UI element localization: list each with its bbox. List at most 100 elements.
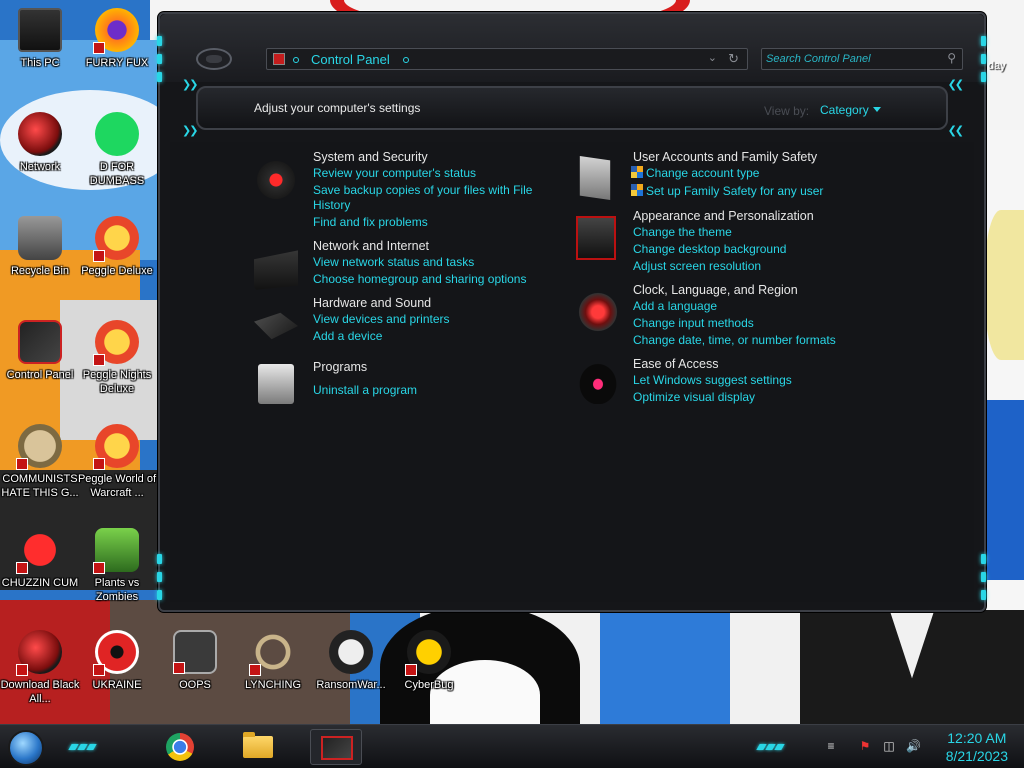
refresh-icon[interactable]: ↻ xyxy=(728,51,739,67)
desktop-icon-control-panel[interactable]: Control Panel xyxy=(0,320,80,382)
search-input[interactable] xyxy=(766,51,938,67)
taskbar-chrome[interactable] xyxy=(154,729,206,765)
category-system-security[interactable]: System and Security xyxy=(313,150,428,164)
breadcrumb-control-panel[interactable]: Control Panel xyxy=(311,52,390,67)
link-devices-printers[interactable]: View devices and printers xyxy=(313,312,450,327)
appearance-icon[interactable] xyxy=(576,216,616,260)
search-icon[interactable]: ⚲ xyxy=(947,51,956,65)
desktop-icon-label: D FOR DUMBASS xyxy=(89,161,145,187)
link-save-backup-history[interactable]: History xyxy=(313,198,350,213)
show-hidden-icons-icon[interactable]: ≡ xyxy=(824,739,838,753)
address-bar[interactable]: Control Panel ⌄ ↻ xyxy=(266,48,748,70)
desktop-icon-label: CyberBug xyxy=(404,679,454,691)
desktop-icon-communists[interactable]: COMMUNISTS HATE THIS G... xyxy=(0,424,80,500)
peggle-icon xyxy=(93,320,139,366)
taskbar-control-panel[interactable] xyxy=(310,729,362,765)
desktop-icon-peggle-nights[interactable]: Peggle Nights Deluxe xyxy=(77,320,157,396)
categories-panel: System and Security Review your computer… xyxy=(170,142,974,602)
start-button[interactable] xyxy=(8,730,44,766)
desktop-icon-download[interactable]: Download Black All... xyxy=(0,630,80,706)
window-right-rail xyxy=(980,24,988,600)
desktop-icon-label: Peggle Deluxe xyxy=(81,265,153,277)
desktop-icon-ransomware[interactable]: RansomWar... xyxy=(311,630,391,692)
category-user-accounts[interactable]: User Accounts and Family Safety xyxy=(633,150,817,164)
desktop-icon-label: COMMUNISTS HATE THIS G... xyxy=(1,473,79,499)
peggle-icon xyxy=(93,424,139,470)
desktop-icon-network[interactable]: Network xyxy=(0,112,80,174)
clock-time[interactable]: 12:20 AM xyxy=(946,729,1008,747)
desktop-icon-label: Peggle World of Warcraft ... xyxy=(77,473,157,499)
chevron-left-icon: ❮❮ xyxy=(947,79,965,91)
desktop-icon-cyberbug[interactable]: CyberBug xyxy=(389,630,469,692)
chevron-right-icon: ❯❯ xyxy=(182,125,199,137)
desktop-icon-ukraine[interactable]: UKRAINE xyxy=(77,630,157,692)
category-network-internet[interactable]: Network and Internet xyxy=(313,239,429,253)
link-save-backup[interactable]: Save backup copies of your files with Fi… xyxy=(313,183,532,198)
link-uninstall-program[interactable]: Uninstall a program xyxy=(313,383,417,398)
desktop-icon-lynching[interactable]: LYNCHING xyxy=(233,630,313,692)
link-family-safety[interactable]: Set up Family Safety for any user xyxy=(631,184,823,199)
link-input-methods[interactable]: Change input methods xyxy=(633,316,754,331)
control-panel-window[interactable]: Control Panel ⌄ ↻ ⚲ ❯❯ ❮❮ ❯❯ ❮❮ Adjust y… xyxy=(157,12,988,612)
clock-date[interactable]: 8/21/2023 xyxy=(946,747,1008,765)
breadcrumb-separator-icon[interactable] xyxy=(293,57,299,63)
desktop-icon-recycle-bin[interactable]: Recycle Bin xyxy=(0,216,80,278)
link-desktop-background[interactable]: Change desktop background xyxy=(633,242,786,257)
clock-icon[interactable] xyxy=(576,290,620,334)
recycle-bin-icon xyxy=(18,216,62,260)
uac-shield-icon xyxy=(631,184,643,196)
link-label[interactable]: Change account type xyxy=(646,166,759,180)
desktop-icon-partial-label[interactable]: day xyxy=(988,60,1006,72)
desktop-icon-peggle-wow[interactable]: Peggle World of Warcraft ... xyxy=(77,424,157,500)
desktop-icon-this-pc[interactable]: This PC xyxy=(0,8,80,70)
view-by-value[interactable]: Category xyxy=(820,103,869,117)
money-bag-icon xyxy=(16,424,62,470)
volume-icon[interactable]: 🔊 xyxy=(906,739,921,753)
desktop-icon-pvz[interactable]: Plants vs Zombies xyxy=(77,528,157,604)
chevron-down-icon[interactable]: ⌄ xyxy=(708,51,717,64)
hardware-icon[interactable] xyxy=(254,312,298,340)
dropdown-arrow-icon[interactable] xyxy=(872,107,881,112)
link-change-account-type[interactable]: Change account type xyxy=(631,166,759,181)
link-optimize-display[interactable]: Optimize visual display xyxy=(633,390,755,405)
desktop-icon-peggle-deluxe[interactable]: Peggle Deluxe xyxy=(77,216,157,278)
desktop-icon-furry-fux[interactable]: FURRY FUX xyxy=(77,8,157,70)
link-label[interactable]: Set up Family Safety for any user xyxy=(646,184,823,198)
firefox-icon xyxy=(93,8,139,54)
clock[interactable]: 12:20 AM 8/21/2023 xyxy=(946,729,1008,765)
wallpaper-blue xyxy=(600,610,730,724)
desktop-icon-d-for-dumbass[interactable]: D FOR DUMBASS xyxy=(77,112,157,188)
link-homegroup[interactable]: Choose homegroup and sharing options xyxy=(313,272,526,287)
taskbar-file-explorer[interactable] xyxy=(232,729,284,765)
link-change-theme[interactable]: Change the theme xyxy=(633,225,732,240)
page-title: Adjust your computer's settings xyxy=(254,101,421,115)
link-network-status[interactable]: View network status and tasks xyxy=(313,255,474,270)
desktop-icon-chuzzin[interactable]: CHUZZIN CUM xyxy=(0,528,80,590)
programs-icon[interactable] xyxy=(258,364,294,404)
chuzzle-icon xyxy=(16,528,62,574)
category-ease-of-access[interactable]: Ease of Access xyxy=(633,357,718,371)
network-icon[interactable] xyxy=(254,250,298,290)
link-find-fix-problems[interactable]: Find and fix problems xyxy=(313,215,428,230)
network-tray-icon[interactable]: ◫ xyxy=(882,739,896,753)
category-appearance[interactable]: Appearance and Personalization xyxy=(633,209,814,223)
security-icon[interactable] xyxy=(254,158,298,202)
action-center-flag-icon[interactable]: ⚑ xyxy=(858,739,872,753)
link-screen-resolution[interactable]: Adjust screen resolution xyxy=(633,259,761,274)
category-programs[interactable]: Programs xyxy=(313,360,367,374)
category-hardware-sound[interactable]: Hardware and Sound xyxy=(313,296,431,310)
link-review-status[interactable]: Review your computer's status xyxy=(313,166,476,181)
search-box[interactable]: ⚲ xyxy=(761,48,963,70)
category-clock-language[interactable]: Clock, Language, and Region xyxy=(633,283,798,297)
view-by-dropdown[interactable]: Category xyxy=(820,103,881,117)
link-add-language[interactable]: Add a language xyxy=(633,299,717,314)
link-add-device[interactable]: Add a device xyxy=(313,329,382,344)
desktop-icon-label: CHUZZIN CUM xyxy=(1,577,79,589)
ease-of-access-icon[interactable] xyxy=(576,360,620,404)
breadcrumb-separator-icon[interactable] xyxy=(403,57,409,63)
link-date-time-formats[interactable]: Change date, time, or number formats xyxy=(633,333,836,348)
desktop-icon-oops[interactable]: OOPS xyxy=(155,630,235,692)
link-suggest-settings[interactable]: Let Windows suggest settings xyxy=(633,373,792,388)
user-accounts-icon[interactable] xyxy=(579,156,611,200)
wallpaper-right-yellow xyxy=(985,210,1024,360)
